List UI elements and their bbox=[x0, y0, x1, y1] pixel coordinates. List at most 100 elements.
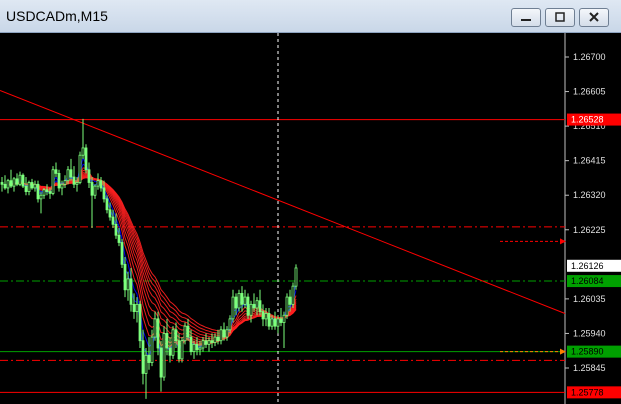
candle-body bbox=[36, 183, 40, 200]
candle-body bbox=[147, 354, 151, 363]
candle-body bbox=[27, 182, 31, 192]
candle-body bbox=[69, 169, 73, 178]
candle-body bbox=[144, 354, 148, 374]
candle-body bbox=[15, 178, 19, 185]
candle-body bbox=[120, 242, 124, 265]
candle-body bbox=[210, 340, 214, 343]
ma-ribbon-line bbox=[7, 174, 297, 340]
title-bar[interactable]: USDCADm,M15 bbox=[0, 0, 621, 33]
minimize-button[interactable] bbox=[511, 8, 541, 27]
candle-body bbox=[87, 169, 91, 183]
candle-body bbox=[246, 296, 250, 316]
candle-body bbox=[3, 183, 7, 189]
candle-body bbox=[267, 313, 271, 327]
candle-body bbox=[96, 180, 100, 187]
candle-body bbox=[273, 318, 277, 327]
price-label-text: 1.26126 bbox=[571, 261, 604, 271]
price-tick-label: 1.26605 bbox=[573, 87, 606, 97]
candle-body bbox=[129, 278, 133, 305]
candle-body bbox=[171, 329, 175, 356]
ma-ribbon-line bbox=[7, 175, 297, 338]
candle-body bbox=[264, 313, 268, 320]
candle-body bbox=[234, 296, 238, 309]
candle-body bbox=[213, 336, 217, 343]
candle-body bbox=[228, 318, 232, 331]
candle-body bbox=[198, 347, 202, 351]
candle-body bbox=[177, 340, 181, 360]
candle-body bbox=[216, 336, 220, 342]
candle-body bbox=[204, 340, 208, 345]
candle-body bbox=[222, 329, 226, 338]
candle-body bbox=[156, 318, 160, 349]
candle-body bbox=[6, 180, 10, 189]
price-tick-label: 1.26225 bbox=[573, 225, 606, 235]
candle-body bbox=[225, 329, 229, 338]
candle-body bbox=[165, 333, 169, 349]
candle-body bbox=[114, 223, 118, 236]
candle-body bbox=[42, 189, 46, 196]
candle-body bbox=[72, 176, 76, 185]
price-tick-label: 1.26700 bbox=[573, 52, 606, 62]
candle-body bbox=[57, 172, 61, 189]
candle-body bbox=[279, 318, 283, 323]
candle-body bbox=[207, 340, 211, 345]
price-tick-label: 1.25940 bbox=[573, 328, 606, 338]
candle-body bbox=[24, 185, 28, 192]
candle-body bbox=[138, 303, 142, 342]
restore-icon bbox=[555, 12, 565, 22]
candle-body bbox=[123, 263, 127, 291]
price-tick-label: 1.26415 bbox=[573, 156, 606, 166]
price-label-text: 1.26084 bbox=[571, 276, 604, 286]
price-chart[interactable]: 1.267001.266051.265101.264151.263201.262… bbox=[0, 33, 621, 404]
candle-body bbox=[288, 296, 292, 305]
candle-body bbox=[252, 303, 256, 309]
candle-body bbox=[192, 343, 196, 353]
candle-body bbox=[75, 182, 79, 185]
candle-body bbox=[0, 182, 4, 185]
window-title: USDCADm,M15 bbox=[6, 8, 108, 24]
ma-ribbon-line bbox=[7, 173, 297, 342]
price-label-text: 1.25778 bbox=[571, 387, 604, 397]
candle-body bbox=[285, 296, 289, 316]
ma-ribbon-line bbox=[7, 167, 297, 348]
candle-body bbox=[48, 191, 52, 194]
candle-body bbox=[54, 169, 58, 174]
candle-body bbox=[180, 340, 184, 360]
candle-body bbox=[99, 180, 103, 189]
candle-body bbox=[12, 178, 16, 187]
minimize-icon bbox=[521, 19, 531, 21]
candle-body bbox=[186, 325, 190, 338]
candle-body bbox=[237, 293, 241, 309]
candle-body bbox=[81, 147, 85, 156]
candle-body bbox=[276, 318, 280, 327]
candle-body bbox=[108, 209, 112, 218]
candle-body bbox=[294, 267, 298, 287]
candle-body bbox=[243, 296, 247, 305]
candle-body bbox=[102, 187, 106, 200]
candle-body bbox=[150, 336, 154, 363]
restore-button[interactable] bbox=[545, 8, 575, 27]
candle-body bbox=[33, 183, 37, 189]
candle-body bbox=[63, 180, 67, 185]
candle-body bbox=[219, 329, 223, 342]
candle-body bbox=[132, 303, 136, 313]
candle-body bbox=[282, 314, 286, 323]
candle-body bbox=[231, 296, 235, 320]
candle-body bbox=[51, 169, 55, 194]
price-tick-label: 1.26035 bbox=[573, 294, 606, 304]
candle-body bbox=[66, 169, 70, 182]
candle-body bbox=[189, 336, 193, 353]
trend-line bbox=[0, 89, 566, 314]
candle-body bbox=[141, 340, 145, 374]
chart-window: USDCADm,M15 1.26700 1.26605 1.26510 1.26415… bbox=[0, 0, 621, 404]
price-tick-label: 1.25845 bbox=[573, 363, 606, 373]
candle-body bbox=[93, 185, 97, 196]
candle-body bbox=[21, 174, 25, 187]
candle-body bbox=[291, 285, 295, 305]
candle-body bbox=[195, 343, 199, 351]
candle-body bbox=[126, 278, 130, 291]
close-button[interactable] bbox=[579, 8, 609, 27]
close-icon bbox=[589, 12, 599, 22]
candle-body bbox=[117, 234, 121, 243]
candle-body bbox=[258, 300, 262, 313]
